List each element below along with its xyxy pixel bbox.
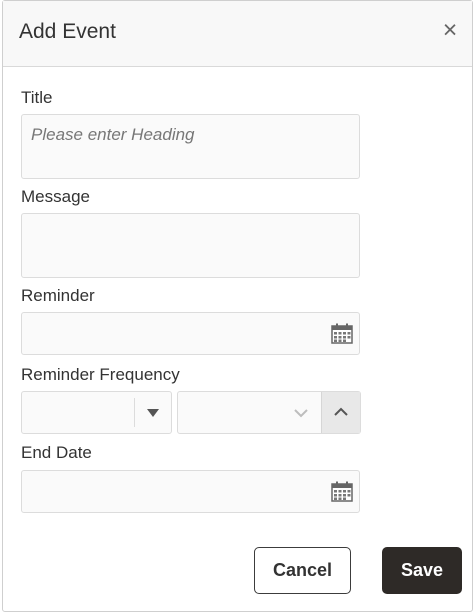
frequency-value-stepper[interactable] [177, 391, 361, 434]
end-date-input[interactable] [21, 470, 360, 513]
close-icon[interactable]: × [438, 15, 462, 45]
end-date-label: End Date [21, 443, 92, 462]
title-input[interactable]: Please enter Heading [21, 114, 360, 179]
chevron-up-icon[interactable] [330, 403, 352, 421]
calendar-icon[interactable] [331, 481, 353, 502]
caret-down-icon[interactable] [147, 409, 159, 417]
add-event-dialog: Add Event × Title Please enter Heading M… [2, 0, 473, 612]
message-input[interactable] [21, 213, 360, 278]
title-label: Title [21, 88, 53, 107]
save-button[interactable]: Save [382, 547, 462, 594]
message-label: Message [21, 187, 90, 206]
dialog-header: Add Event × [3, 1, 472, 67]
select-divider [134, 398, 135, 427]
dialog-title: Add Event [19, 20, 116, 43]
reminder-frequency-label: Reminder Frequency [21, 365, 180, 384]
frequency-unit-select[interactable] [21, 391, 172, 434]
title-placeholder: Please enter Heading [31, 125, 195, 144]
calendar-icon[interactable] [331, 323, 353, 344]
cancel-button[interactable]: Cancel [254, 547, 351, 594]
reminder-label: Reminder [21, 286, 95, 305]
spin-up-button[interactable] [321, 392, 360, 433]
chevron-down-icon[interactable] [290, 404, 312, 422]
reminder-date-input[interactable] [21, 312, 360, 355]
